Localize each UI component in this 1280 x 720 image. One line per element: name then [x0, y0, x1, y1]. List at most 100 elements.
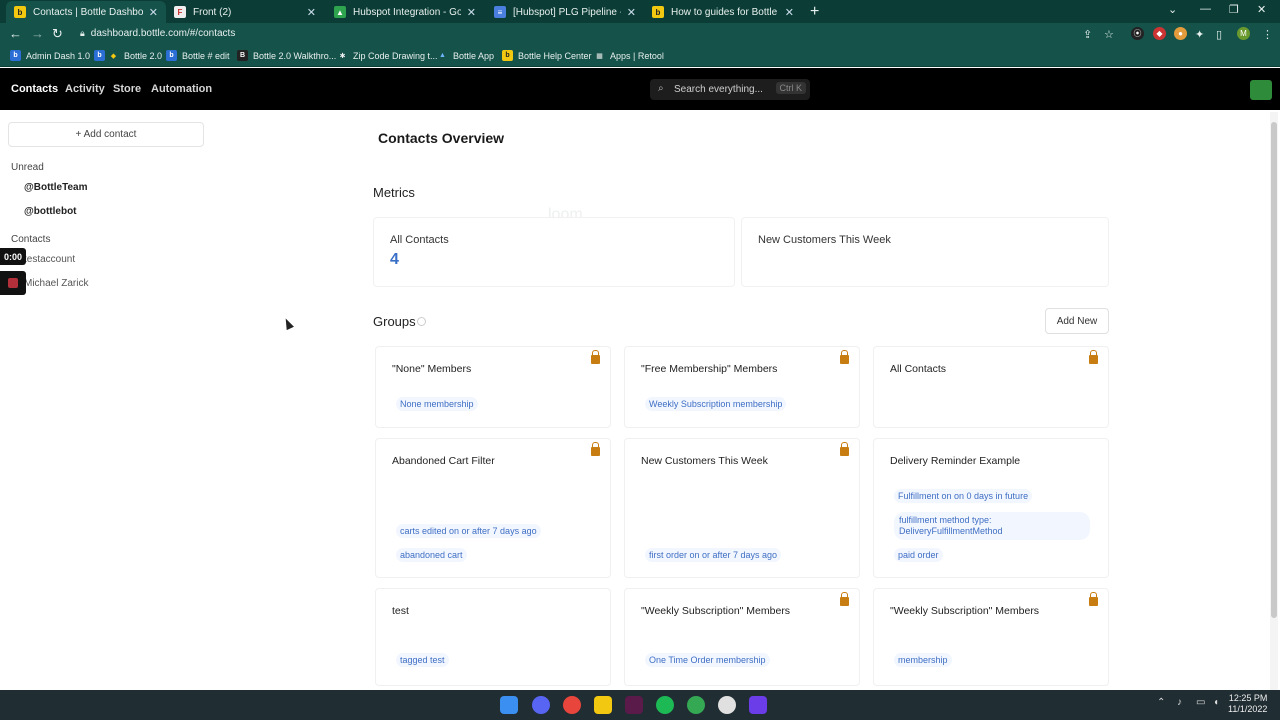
back-arrow-icon[interactable]: ← — [9, 26, 22, 41]
group-title: "Free Membership" Members — [641, 363, 778, 375]
group-filter-tag: fulfillment method type: DeliveryFulfill… — [894, 512, 1090, 540]
bookmark-item[interactable]: ▲ Bottle App — [437, 50, 494, 61]
slack-icon[interactable] — [718, 696, 736, 714]
contact-item[interactable]: testaccount — [24, 254, 75, 265]
metric-card-new-customers[interactable]: New Customers This Week — [741, 217, 1109, 287]
nav-automation[interactable]: Automation — [151, 83, 212, 95]
bookmark-label: Apps | Retool — [610, 50, 664, 61]
tab-search-icon[interactable]: ⌄ — [1168, 3, 1177, 16]
extension-2-icon[interactable]: ◆ — [1153, 27, 1166, 40]
group-card[interactable]: Abandoned Cart Filter carts edited on or… — [375, 438, 611, 578]
network-icon[interactable]: ▭ — [1196, 697, 1205, 708]
group-card[interactable]: "Weekly Subscription" Members membership — [873, 588, 1109, 686]
add-contact-button[interactable]: + Add contact — [8, 122, 204, 147]
minimize-icon[interactable]: — — [1200, 3, 1211, 15]
microphone-icon[interactable]: ♪ — [1177, 697, 1182, 708]
tray-chevron-icon[interactable]: ⌃ — [1157, 697, 1165, 708]
lock-icon — [591, 442, 600, 456]
group-filter-tag: carts edited on or after 7 days ago — [396, 524, 541, 538]
gear-favicon-icon: ✱ — [339, 52, 346, 60]
user-avatar[interactable] — [1250, 80, 1272, 100]
unread-item[interactable]: @bottlebot — [24, 206, 77, 217]
bookmark-item[interactable]: B Bottle 2.0 Walkthro... — [237, 50, 336, 61]
search-icon: ⌕ — [658, 83, 664, 94]
app-lightning-icon[interactable] — [749, 696, 767, 714]
group-card[interactable]: test tagged test — [375, 588, 611, 686]
browser-tab-plg-pipeline[interactable]: ≡ [Hubspot] PLG Pipeline - Google ✕ — [486, 1, 644, 23]
group-card[interactable]: "None" Members None membership — [375, 346, 611, 428]
forward-arrow-icon[interactable]: → — [31, 26, 44, 41]
metrics-heading: Metrics — [373, 185, 415, 200]
info-icon[interactable] — [417, 317, 426, 326]
bookmark-label: Admin Dash 1.0 — [26, 50, 91, 61]
extension-3-icon[interactable]: ● — [1174, 27, 1187, 40]
menu-kebab-icon[interactable]: ⋮ — [1262, 28, 1273, 41]
group-card[interactable]: "Free Membership" Members Weekly Subscri… — [624, 346, 860, 428]
file-explorer-icon[interactable] — [594, 696, 612, 714]
unread-heading: Unread — [11, 162, 44, 173]
discord-icon[interactable] — [532, 696, 550, 714]
scrollbar-thumb[interactable] — [1271, 122, 1277, 618]
bookmark-item[interactable]: b Bottle # edit — [166, 50, 230, 61]
contact-item[interactable]: Michael Zarick — [24, 278, 88, 289]
nav-contacts[interactable]: Contacts — [11, 83, 58, 95]
app-v-icon[interactable] — [625, 696, 643, 714]
stop-recording-button[interactable] — [0, 271, 26, 295]
front-favicon-icon: F — [174, 6, 186, 18]
chrome-profile-icon[interactable] — [687, 696, 705, 714]
bookmark-item[interactable]: ✱ Zip Code Drawing t... — [337, 50, 438, 61]
bookmark-star-icon[interactable]: ☆ — [1104, 28, 1114, 41]
group-filter-tag: first order on or after 7 days ago — [645, 548, 782, 562]
add-new-group-button[interactable]: Add New — [1045, 308, 1109, 334]
browser-tab-hubspot-drive[interactable]: ▲ Hubspot Integration - Google Dr ✕ — [326, 1, 484, 23]
lock-icon — [1089, 350, 1098, 364]
browser-tab-how-to[interactable]: b How to guides for Bottle - Bottle ✕ — [644, 1, 802, 23]
restore-icon[interactable]: ❐ — [1229, 3, 1239, 16]
nav-activity[interactable]: Activity — [65, 83, 105, 95]
puzzle-icon[interactable]: ✦ — [1195, 28, 1204, 41]
profile-avatar-icon[interactable]: M — [1237, 27, 1250, 40]
chrome-icon[interactable] — [563, 696, 581, 714]
group-filter-tag: None membership — [396, 397, 478, 411]
reload-icon[interactable]: ↻ — [52, 26, 63, 42]
unread-item[interactable]: @BottleTeam — [24, 182, 87, 193]
taskbar-clock[interactable]: 12:25 PM 11/1/2022 — [1228, 693, 1267, 715]
nav-store[interactable]: Store — [113, 83, 141, 95]
search-input[interactable]: ⌕ Search everything... Ctrl K — [650, 79, 810, 100]
recording-timer: 0:00 — [0, 248, 26, 265]
bookmark-item[interactable]: b Admin Dash 1.0 — [10, 50, 90, 61]
group-card[interactable]: Delivery Reminder Example Fulfillment on… — [873, 438, 1109, 578]
browser-tab-front[interactable]: F Front (2) ✕ — [166, 1, 324, 23]
close-tab-icon[interactable]: ✕ — [627, 6, 636, 19]
share-icon[interactable]: ⇪ — [1083, 28, 1092, 41]
close-tab-icon[interactable]: ✕ — [467, 6, 476, 19]
bookmark-item[interactable]: b Bottle Help Center — [502, 50, 592, 61]
browser-tab-strip: b Contacts | Bottle Dashboard ✕ F Front … — [0, 0, 1280, 23]
group-title: New Customers This Week — [641, 455, 768, 467]
close-tab-icon[interactable]: ✕ — [785, 6, 794, 19]
metric-card-all-contacts[interactable]: All Contacts 4 — [373, 217, 735, 287]
close-tab-icon[interactable]: ✕ — [149, 6, 158, 19]
group-filter-tag: membership — [894, 653, 952, 667]
new-tab-icon[interactable]: + — [810, 3, 819, 21]
bookmark-item[interactable]: ▦ Apps | Retool — [594, 50, 664, 61]
lock-icon — [840, 350, 849, 364]
apps-grid-icon: ▦ — [596, 52, 603, 60]
windows-start-icon[interactable] — [500, 696, 518, 714]
url-text: dashboard.bottle.com/#/contacts — [90, 28, 236, 39]
bookmark-label: Zip Code Drawing t... — [353, 50, 438, 61]
spotify-icon[interactable] — [656, 696, 674, 714]
browser-tab-contacts[interactable]: b Contacts | Bottle Dashboard ✕ — [6, 1, 166, 23]
clock-date: 11/1/2022 — [1228, 704, 1268, 714]
bookmark-favicon-icon: b — [10, 50, 21, 61]
group-card[interactable]: All Contacts — [873, 346, 1109, 428]
close-tab-icon[interactable]: ✕ — [307, 6, 316, 19]
group-card[interactable]: "Weekly Subscription" Members One Time O… — [624, 588, 860, 686]
extension-1-icon[interactable]: ⦿ — [1131, 27, 1144, 40]
close-window-icon[interactable]: ✕ — [1257, 3, 1266, 16]
url-field[interactable]: 🔒︎ dashboard.bottle.com/#/contacts — [80, 28, 235, 39]
sidepanel-icon[interactable]: ▯ — [1216, 28, 1222, 41]
volume-icon[interactable]: ◖ — [1213, 697, 1219, 708]
bookmark-item[interactable]: ◆ Bottle 2.0 — [108, 50, 162, 61]
group-card[interactable]: New Customers This Week first order on o… — [624, 438, 860, 578]
